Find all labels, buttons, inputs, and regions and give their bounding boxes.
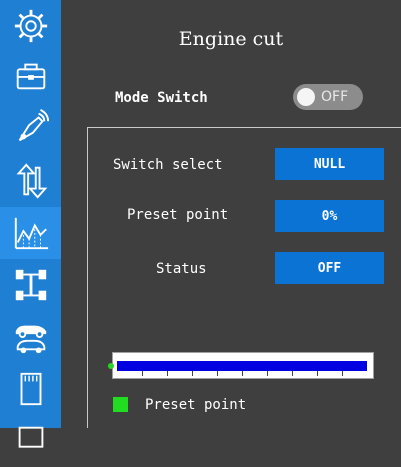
mode-switch-label: Mode Switch [115, 90, 208, 106]
sidebar-item-transmitter[interactable] [0, 101, 61, 153]
sidebar-item-reverse[interactable] [0, 155, 61, 207]
sidebar-item-model-select[interactable] [0, 311, 61, 363]
preset-point-button[interactable]: 0% [275, 200, 384, 232]
bar-tick [192, 371, 193, 376]
switch-select-label: Switch select [113, 157, 223, 173]
main-panel: Engine cut Mode Switch OFF Switch select… [61, 0, 401, 428]
switch-select-button[interactable]: NULL [275, 148, 384, 180]
sd-card-icon [20, 372, 41, 406]
sidebar-item-next[interactable] [0, 415, 61, 467]
preset-point-label: Preset point [127, 207, 229, 223]
preset-bar [112, 352, 374, 379]
car-swap-icon [15, 325, 46, 354]
sidebar-item-curve[interactable] [0, 207, 61, 259]
mode-switch-toggle[interactable]: OFF [293, 84, 363, 110]
sidebar-item-chassis[interactable] [0, 259, 61, 311]
transmitter-icon [18, 109, 49, 142]
bar-tick [217, 371, 218, 376]
toggle-state: OFF [321, 89, 349, 105]
sidebar-item-toolbox[interactable] [0, 50, 61, 102]
page-title: Engine cut [178, 28, 284, 50]
sidebar-item-sd-card[interactable] [0, 363, 61, 415]
bar-tick [142, 371, 143, 376]
bar-tick [167, 371, 168, 376]
sidebar-item-settings[interactable] [0, 0, 61, 52]
status-label: Status [156, 261, 207, 277]
toolbox-icon [16, 63, 45, 90]
bar-tick [267, 371, 268, 376]
up-down-arrows-icon [16, 163, 47, 199]
gear-icon [14, 9, 47, 43]
bar-tick [342, 371, 343, 376]
curve-chart-icon [14, 217, 48, 250]
bar-tick [317, 371, 318, 376]
preset-marker [108, 363, 114, 369]
preset-legend-label: Preset point [145, 397, 247, 413]
sidebar [0, 0, 61, 448]
status-value: OFF [275, 252, 384, 284]
chassis-icon [15, 269, 46, 301]
bar-tick [292, 371, 293, 376]
preset-legend-swatch [113, 397, 128, 412]
bar-tick [242, 371, 243, 376]
preset-bar-fill [117, 361, 367, 371]
toggle-knob [297, 88, 315, 106]
